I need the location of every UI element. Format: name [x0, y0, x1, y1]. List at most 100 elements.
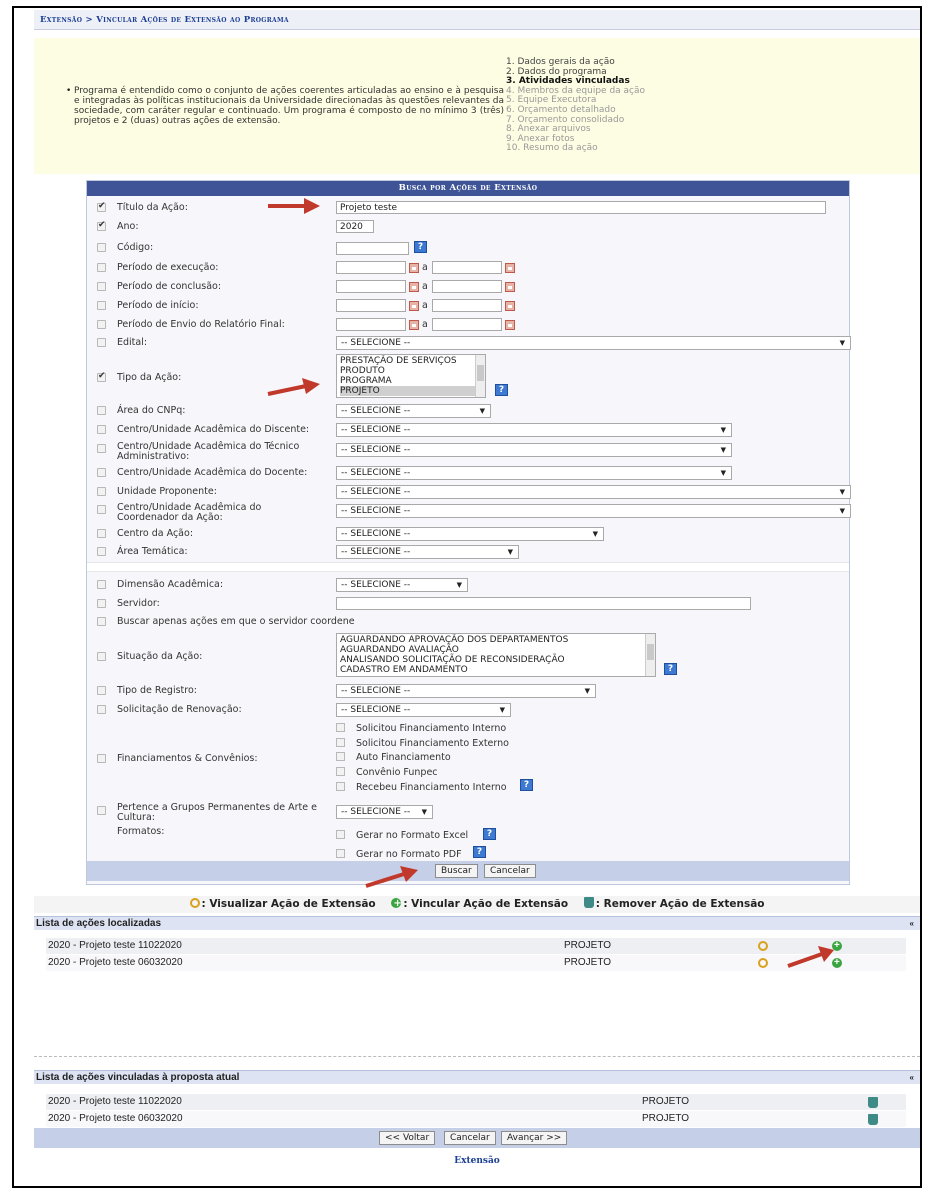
centro-docente-checkbox[interactable] — [97, 468, 106, 477]
dimensao-select[interactable]: -- SELECIONE -- ▼ — [336, 578, 468, 592]
periodo-execucao-inicio-input[interactable] — [336, 261, 406, 274]
unidade-proponente-select[interactable]: -- SELECIONE -- ▼ — [336, 485, 851, 499]
ano-checkbox[interactable] — [97, 220, 106, 231]
centro-discente-checkbox[interactable] — [97, 425, 106, 434]
periodo-relatorio-checkbox[interactable] — [97, 320, 106, 329]
codigo-help-icon[interactable]: ? — [414, 241, 427, 253]
calendar-icon[interactable] — [505, 301, 515, 311]
area-tematica-checkbox[interactable] — [97, 547, 106, 556]
periodo-conclusao-inicio-input[interactable] — [336, 280, 406, 293]
trash-icon[interactable] — [868, 1097, 878, 1108]
listbox-option[interactable]: PROGRAMA — [340, 376, 482, 386]
codigo-input[interactable] — [336, 242, 409, 255]
trash-icon[interactable] — [868, 1114, 878, 1125]
vinculadas-header[interactable]: Lista de ações vinculadas à proposta atu… — [34, 1070, 920, 1084]
periodo-inicio-fim-input[interactable] — [432, 299, 502, 312]
servidor-checkbox[interactable] — [97, 599, 106, 608]
calendar-icon[interactable] — [505, 282, 515, 292]
unidade-proponente-checkbox[interactable] — [97, 487, 106, 496]
ano-input[interactable]: 2020 — [336, 220, 374, 233]
edital-select[interactable]: -- SELECIONE -- ▼ — [336, 336, 851, 350]
pertence-select[interactable]: -- SELECIONE -- ▼ — [336, 805, 433, 819]
centro-acao-checkbox[interactable] — [97, 529, 106, 538]
listbox-scrollbar[interactable] — [645, 634, 655, 676]
centro-coordenador-label: Centro/Unidade Acadêmica do Coordenador … — [117, 502, 262, 523]
listbox-option[interactable]: AGUARDANDO AVALIAÇÃO — [340, 645, 652, 655]
centro-tecnico-select[interactable]: -- SELECIONE -- ▼ — [336, 443, 732, 457]
financiamento-checkbox[interactable] — [336, 752, 345, 761]
area-cnpq-checkbox[interactable] — [97, 406, 106, 415]
edital-checkbox[interactable] — [97, 338, 106, 347]
financiamento-checkbox[interactable] — [336, 782, 345, 791]
excel-help-icon[interactable]: ? — [483, 828, 496, 840]
situacao-checkbox[interactable] — [97, 652, 106, 661]
collapse-icon[interactable]: « — [910, 1071, 914, 1084]
area-tematica-select[interactable]: -- SELECIONE -- ▼ — [336, 545, 519, 559]
titulo-checkbox[interactable] — [97, 201, 106, 212]
formato-checkbox[interactable] — [336, 849, 345, 858]
servidor-input[interactable] — [336, 597, 751, 610]
listbox-option[interactable]: CADASTRO EM ANDAMENTO — [340, 665, 652, 675]
solicitacao-checkbox[interactable] — [97, 705, 106, 714]
financiamento-checkbox[interactable] — [336, 723, 345, 732]
localizadas-header[interactable]: Lista de ações localizadas « — [34, 916, 920, 930]
scrollbar-thumb[interactable] — [647, 644, 654, 660]
periodo-conclusao-checkbox[interactable] — [97, 282, 106, 291]
listbox-option-selected[interactable]: PROJETO — [340, 386, 482, 396]
centro-tecnico-checkbox[interactable] — [97, 444, 106, 453]
periodo-execucao-fim-input[interactable] — [432, 261, 502, 274]
periodo-execucao-checkbox[interactable] — [97, 263, 106, 272]
situacao-listbox[interactable]: AGUARDANDO APROVAÇÃO DOS DEPARTAMENTOS A… — [336, 633, 656, 677]
pdf-help-icon[interactable]: ? — [473, 846, 486, 858]
tipo-acao-help-icon[interactable]: ? — [495, 384, 508, 396]
listbox-option[interactable]: PRESTAÇÃO DE SERVIÇOS — [340, 356, 482, 366]
formato-checkbox[interactable] — [336, 830, 345, 839]
tipo-registro-select[interactable]: -- SELECIONE -- ▼ — [336, 684, 596, 698]
voltar-button[interactable]: << Voltar — [379, 1131, 436, 1145]
magnifier-icon[interactable] — [758, 941, 768, 951]
periodo-conclusao-fim-input[interactable] — [432, 280, 502, 293]
centro-coordenador-select[interactable]: -- SELECIONE -- ▼ — [336, 504, 851, 518]
codigo-checkbox[interactable] — [97, 243, 106, 252]
buscar-coordene-checkbox[interactable] — [97, 617, 106, 626]
centro-docente-label: Centro/Unidade Acadêmica do Docente: — [117, 467, 308, 478]
situacao-help-icon[interactable]: ? — [664, 663, 677, 675]
titulo-input[interactable]: Projeto teste — [336, 201, 826, 214]
centro-coordenador-checkbox[interactable] — [97, 505, 106, 514]
financiamento-checkbox[interactable] — [336, 767, 345, 776]
calendar-icon[interactable] — [409, 320, 419, 330]
calendar-icon[interactable] — [505, 320, 515, 330]
collapse-icon[interactable]: « — [910, 917, 914, 930]
tipo-acao-listbox[interactable]: PRESTAÇÃO DE SERVIÇOS PRODUTO PROGRAMA P… — [336, 354, 486, 398]
solicitacao-select[interactable]: -- SELECIONE -- ▼ — [336, 703, 511, 717]
scrollbar-thumb[interactable] — [477, 365, 484, 381]
financiamentos-checkbox[interactable] — [97, 754, 106, 763]
financiamento-help-icon[interactable]: ? — [520, 779, 533, 791]
cancelar-button[interactable]: Cancelar — [484, 864, 536, 878]
calendar-icon[interactable] — [409, 282, 419, 292]
periodo-inicio-checkbox[interactable] — [97, 301, 106, 310]
centro-docente-select[interactable]: -- SELECIONE -- ▼ — [336, 466, 732, 480]
periodo-inicio-inicio-input[interactable] — [336, 299, 406, 312]
listbox-option[interactable]: ANALISANDO SOLICITAÇÃO DE RECONSIDERAÇÃO — [340, 655, 652, 665]
area-cnpq-select[interactable]: -- SELECIONE -- ▼ — [336, 404, 491, 418]
avancar-button[interactable]: Avançar >> — [501, 1131, 568, 1145]
magnifier-icon[interactable] — [758, 958, 768, 968]
periodo-relatorio-fim-input[interactable] — [432, 318, 502, 331]
listbox-option[interactable]: AGUARDANDO APROVAÇÃO DOS DEPARTAMENTOS — [340, 635, 652, 645]
centro-acao-select[interactable]: -- SELECIONE -- ▼ — [336, 527, 604, 541]
centro-discente-select[interactable]: -- SELECIONE -- ▼ — [336, 423, 732, 437]
nav-cancelar-button[interactable]: Cancelar — [444, 1131, 496, 1145]
tipo-acao-checkbox[interactable] — [97, 371, 106, 382]
pertence-checkbox[interactable] — [97, 806, 106, 815]
listbox-option[interactable]: PRODUTO — [340, 366, 482, 376]
calendar-icon[interactable] — [505, 263, 515, 273]
buscar-button[interactable]: Buscar — [435, 864, 478, 878]
calendar-icon[interactable] — [409, 301, 419, 311]
tipo-registro-checkbox[interactable] — [97, 686, 106, 695]
listbox-scrollbar[interactable] — [475, 355, 485, 397]
dimensao-checkbox[interactable] — [97, 580, 106, 589]
periodo-relatorio-inicio-input[interactable] — [336, 318, 406, 331]
calendar-icon[interactable] — [409, 263, 419, 273]
financiamento-checkbox[interactable] — [336, 738, 345, 747]
